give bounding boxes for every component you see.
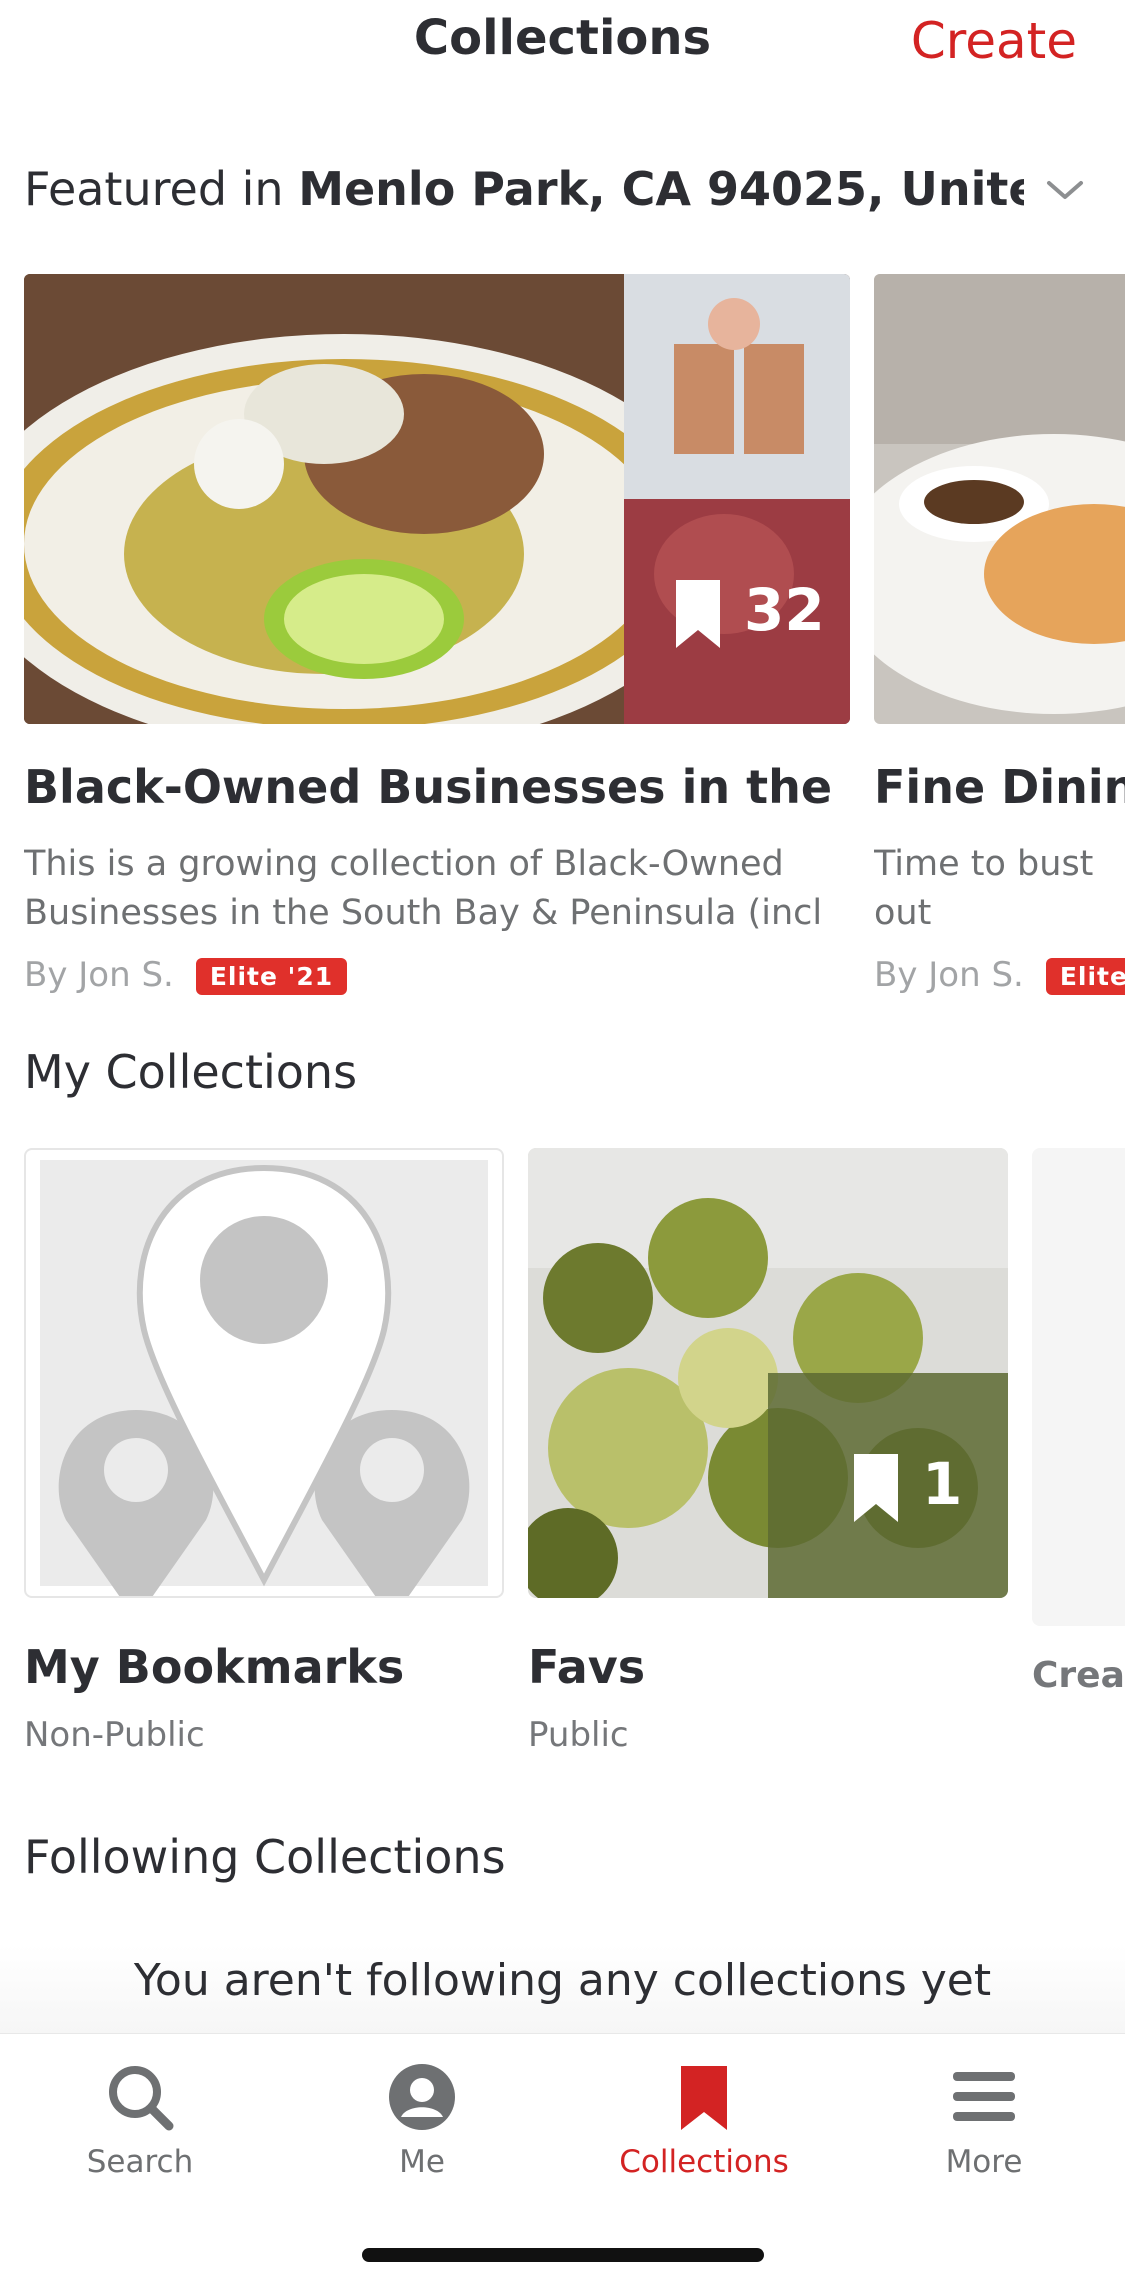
my-collections-heading: My Collections bbox=[24, 1045, 358, 1099]
menu-icon bbox=[953, 2072, 1015, 2121]
collection-card-my-bookmarks[interactable] bbox=[24, 1148, 504, 1598]
create-collection-card[interactable] bbox=[1032, 1148, 1125, 1626]
featured-card-image[interactable]: 32 bbox=[24, 274, 850, 724]
food-photo bbox=[24, 274, 850, 724]
bookmark-count: 32 bbox=[744, 576, 825, 644]
featured-card-author-row: By Jon S. Elite bbox=[874, 955, 1125, 995]
bookmark-count-overlay: 32 bbox=[674, 574, 834, 654]
food-photo bbox=[874, 274, 1125, 724]
elite-badge: Elite bbox=[1045, 958, 1125, 995]
collection-title[interactable]: My Bookmarks bbox=[24, 1640, 404, 1694]
tab-label: Collections bbox=[619, 2144, 789, 2180]
following-empty-text: You aren't following any collections yet bbox=[133, 1955, 992, 2006]
create-collection-label[interactable]: Creat bbox=[1032, 1655, 1125, 1696]
collection-title[interactable]: Favs bbox=[528, 1640, 645, 1694]
featured-card-description: Time to bust out dishware... Brin bbox=[874, 844, 1094, 933]
elite-badge: Elite '21 bbox=[195, 958, 348, 995]
featured-card-title[interactable]: Black-Owned Businesses in the S... bbox=[24, 760, 850, 814]
bookmark-icon bbox=[681, 2066, 727, 2130]
tab-label: Search bbox=[86, 2144, 194, 2180]
tab-more[interactable]: More bbox=[884, 2062, 1084, 2180]
search-icon bbox=[109, 2066, 174, 2131]
featured-card-author-row: By Jon S. Elite '21 bbox=[24, 955, 348, 995]
following-collections-heading: Following Collections bbox=[24, 1830, 506, 1884]
bookmark-icon bbox=[676, 580, 720, 648]
tab-label: Me bbox=[399, 2144, 445, 2180]
featured-card-image[interactable] bbox=[874, 274, 1125, 724]
tab-collections[interactable]: Collections bbox=[604, 2062, 804, 2180]
tab-me[interactable]: Me bbox=[322, 2062, 522, 2180]
author-name: By Jon S. bbox=[24, 955, 174, 995]
tab-search[interactable]: Search bbox=[40, 2062, 240, 2180]
bookmark-count-overlay: 1 bbox=[852, 1448, 992, 1528]
tab-label: More bbox=[945, 2144, 1023, 2180]
bookmark-count: 1 bbox=[922, 1450, 963, 1518]
food-photo bbox=[528, 1148, 1008, 1598]
collection-visibility: Non-Public bbox=[24, 1715, 205, 1755]
collection-card-favs[interactable]: 1 bbox=[528, 1148, 1008, 1598]
author-name: By Jon S. bbox=[874, 955, 1024, 995]
collection-visibility: Public bbox=[528, 1715, 629, 1755]
featured-card-title[interactable]: Fine Dining bbox=[874, 760, 1125, 814]
featured-location-selector[interactable]: Featured in Menlo Park, CA 94025, Unite.… bbox=[24, 162, 1024, 216]
create-button[interactable]: Create bbox=[911, 12, 1077, 70]
chevron-down-icon[interactable] bbox=[1045, 175, 1085, 205]
featured-card-description: This is a growing collection of Black-Ow… bbox=[24, 844, 823, 933]
featured-location: Menlo Park, CA 94025, Unite... bbox=[298, 162, 1024, 216]
profile-icon bbox=[389, 2064, 455, 2130]
map-pins-placeholder-icon bbox=[40, 1160, 488, 1596]
home-indicator[interactable] bbox=[362, 2248, 764, 2262]
bookmark-icon bbox=[854, 1454, 898, 1522]
featured-prefix: Featured in bbox=[24, 162, 299, 216]
